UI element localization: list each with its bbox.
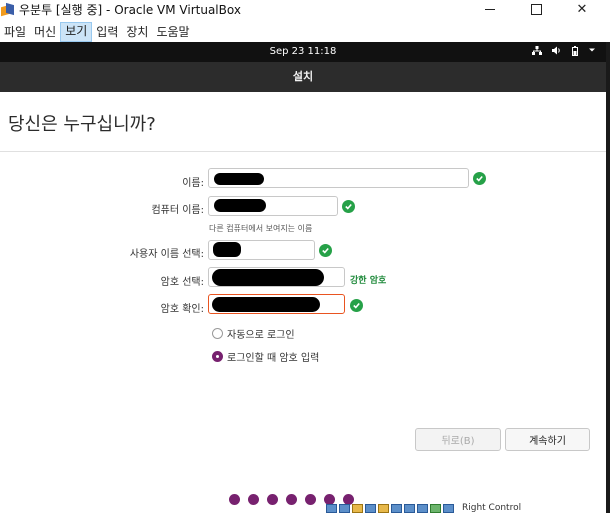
continue-button[interactable]: 계속하기: [505, 428, 590, 451]
recording-icon[interactable]: [417, 503, 428, 513]
username-label: 사용자 이름 선택:: [129, 249, 204, 260]
guest-clock[interactable]: Sep 23 11:18: [0, 46, 606, 57]
network-icon: [532, 46, 542, 59]
redacted-text: [214, 199, 266, 212]
menu-input[interactable]: 입력: [92, 23, 122, 41]
menu-help[interactable]: 도움말: [152, 23, 193, 41]
radio-button[interactable]: [212, 328, 223, 339]
progress-dot: [286, 494, 297, 505]
password-strength: 강한 암호: [350, 276, 387, 286]
progress-dot: [248, 494, 259, 505]
minimize-button[interactable]: [468, 0, 512, 19]
auto-login-option[interactable]: 자동으로 로그인: [212, 326, 295, 341]
redacted-text: [212, 269, 324, 286]
back-button[interactable]: 뒤로(B): [415, 428, 501, 451]
require-password-label: 로그인할 때 암호 입력: [227, 353, 320, 364]
volume-icon: [552, 46, 562, 59]
name-label: 이름:: [182, 178, 204, 189]
check-icon: [319, 244, 332, 257]
divider: [0, 151, 606, 152]
virtualbox-logo-icon: [1, 2, 15, 17]
guest-system-menu[interactable]: [532, 46, 596, 59]
confirm-password-label: 암호 확인:: [160, 304, 204, 315]
audio-icon[interactable]: [352, 503, 363, 513]
auto-login-label: 자동으로 로그인: [227, 330, 295, 341]
close-button[interactable]: ✕: [560, 0, 604, 19]
redacted-text: [213, 242, 241, 257]
menu-file[interactable]: 파일: [0, 23, 30, 41]
vm-status-bar: Right Control: [326, 503, 610, 513]
computer-name-label: 컴퓨터 이름:: [151, 205, 204, 216]
menu-bar: 파일 머신 보기 입력 장치 도움말: [0, 21, 610, 42]
vm-edge: [606, 42, 610, 513]
check-icon: [342, 200, 355, 213]
hard-disk-icon[interactable]: [326, 503, 337, 513]
mouse-integration-icon[interactable]: [443, 503, 454, 513]
menu-devices[interactable]: 장치: [122, 23, 152, 41]
optical-drive-icon[interactable]: [339, 503, 350, 513]
menu-machine[interactable]: 머신: [30, 23, 60, 41]
usb-icon[interactable]: [378, 503, 389, 513]
installer-header: 설치: [0, 62, 606, 92]
page-title: 당신은 누구십니까?: [8, 114, 156, 135]
redacted-text: [214, 173, 264, 185]
chevron-down-icon: [588, 46, 596, 59]
progress-dot: [229, 494, 240, 505]
progress-dot: [305, 494, 316, 505]
computer-name-hint: 다른 컴퓨터에서 보여지는 이름: [209, 224, 313, 233]
redacted-text: [212, 297, 320, 312]
maximize-button[interactable]: [514, 0, 558, 19]
cpu-icon[interactable]: [430, 503, 441, 513]
check-icon: [473, 172, 486, 185]
require-password-option[interactable]: 로그인할 때 암호 입력: [212, 349, 319, 364]
radio-button-selected[interactable]: [212, 351, 223, 362]
check-icon: [350, 299, 363, 312]
network-adapter-icon[interactable]: [365, 503, 376, 513]
menu-view[interactable]: 보기: [60, 21, 93, 42]
display-icon[interactable]: [404, 503, 415, 513]
host-key-label: Right Control: [462, 503, 522, 513]
battery-icon: [572, 46, 578, 59]
guest-top-bar: Sep 23 11:18: [0, 42, 606, 62]
window-title: 우분투 [실행 중] - Oracle VM VirtualBox: [19, 3, 241, 17]
shared-folder-icon[interactable]: [391, 503, 402, 513]
progress-dot: [267, 494, 278, 505]
password-label: 암호 선택:: [160, 277, 204, 288]
